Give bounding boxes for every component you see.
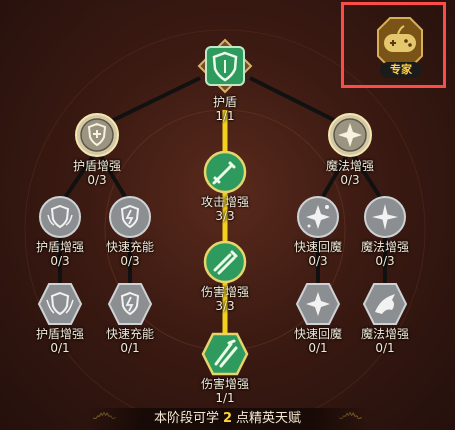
talent-node-damage-boost-final[interactable]: 伤害增强 1/1 — [175, 332, 275, 405]
talent-name: 魔法增强 — [325, 159, 374, 173]
shield-bolt-icon — [109, 196, 151, 238]
talent-name: 护盾增强 — [72, 159, 121, 173]
talent-name: 快速充能 — [105, 327, 154, 341]
talent-node-fast-charge[interactable]: 快速充能 0/3 — [80, 195, 180, 268]
crossed-swords-icon — [201, 332, 249, 376]
talent-level: 1/1 — [215, 109, 235, 123]
talent-name: 攻击增强 — [200, 195, 249, 209]
talent-node-magic-boost-3[interactable]: 魔法增强 0/1 — [335, 282, 435, 355]
talent-name: 快速充能 — [105, 240, 154, 254]
talent-node-attack-boost[interactable]: 攻击增强 3/3 — [175, 150, 275, 223]
talent-level: 0/3 — [87, 173, 107, 187]
expert-label: 专家 — [380, 62, 422, 78]
talent-node-magic-boost[interactable]: 魔法增强 0/3 — [300, 112, 400, 187]
talent-node-magic-boost-2[interactable]: 魔法增强 0/3 — [335, 195, 435, 268]
footer-prefix: 本阶段可学 — [153, 411, 219, 426]
sparkle-icon — [297, 196, 339, 238]
talent-node-shield-boost[interactable]: 护盾增强 0/3 — [47, 112, 147, 187]
talent-level: 0/1 — [375, 341, 395, 355]
footer-points: 2 — [222, 411, 233, 426]
footer-suffix: 点精英天赋 — [236, 411, 302, 426]
shield-plus-icon — [75, 113, 119, 157]
shield-bolt-icon — [107, 283, 153, 325]
talent-level: 0/3 — [340, 173, 360, 187]
dragon-icon — [362, 283, 408, 325]
shield-icon — [197, 38, 253, 94]
talent-level: 3/3 — [215, 299, 235, 313]
talent-level: 3/3 — [215, 209, 235, 223]
shield-wings-icon — [39, 196, 81, 238]
talent-node-shield[interactable]: 护盾 1/1 — [175, 38, 275, 123]
double-sword-icon — [203, 240, 247, 284]
sword-icon — [203, 150, 247, 194]
footer-points-banner: 本阶段可学 2 点精英天赋 — [85, 408, 370, 430]
magic-star-icon — [328, 113, 372, 157]
talent-level: 1/1 — [215, 391, 235, 405]
star-burst-icon — [364, 196, 406, 238]
talent-name: 护盾 — [212, 95, 237, 109]
talent-name: 魔法增强 — [360, 240, 409, 254]
talent-node-damage-boost[interactable]: 伤害增强 3/3 — [175, 240, 275, 313]
talent-name: 魔法增强 — [360, 327, 409, 341]
talent-node-fast-charge-2[interactable]: 快速充能 0/1 — [80, 282, 180, 355]
talent-level: 0/3 — [120, 254, 140, 268]
talent-name: 伤害增强 — [200, 285, 249, 299]
talent-level: 0/3 — [375, 254, 395, 268]
talent-tree-panel: ෴ ෴ 护盾 1/1 护盾增强 0/3 魔法增强 0/3 — [0, 0, 455, 430]
talent-level: 0/1 — [120, 341, 140, 355]
shield-crown-icon — [37, 283, 83, 325]
talent-name: 伤害增强 — [200, 377, 249, 391]
